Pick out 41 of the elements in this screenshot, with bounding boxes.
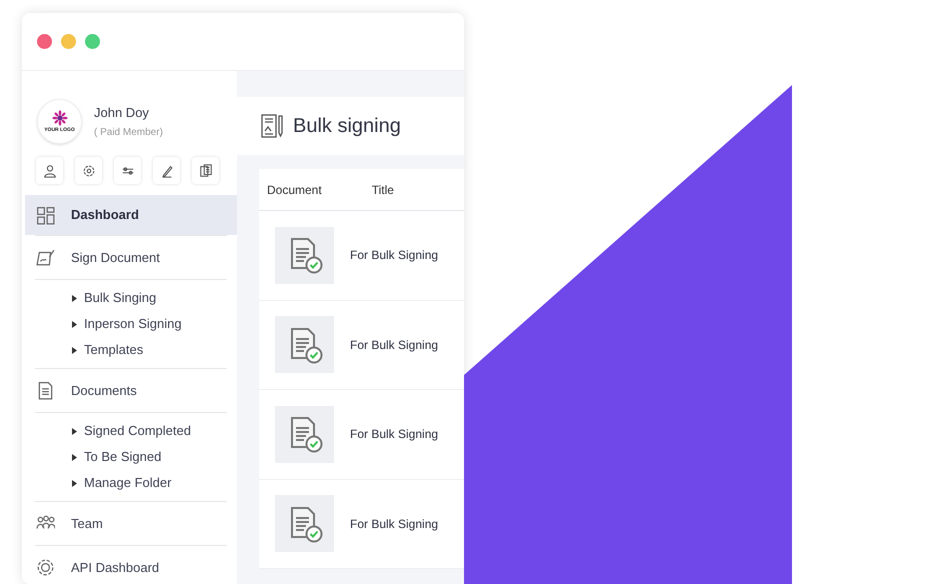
signing-board-icon	[36, 248, 55, 267]
page-title: Bulk signing	[293, 114, 401, 139]
user-icon	[42, 164, 56, 178]
nav-item[interactable]: Dashboard	[25, 195, 237, 235]
document-icon	[36, 381, 55, 400]
column-header: Title	[372, 182, 394, 198]
nav-item[interactable]: Documents	[25, 369, 237, 412]
table-cell-text: For Bulk Signing	[350, 426, 438, 444]
flower-logo-icon	[52, 110, 68, 126]
nav-item[interactable]: Team	[25, 502, 237, 545]
caret-icon	[72, 480, 77, 486]
submenu-item[interactable]: Signed Completed	[72, 421, 237, 441]
submenu-item[interactable]: To Be Signed	[72, 447, 237, 467]
caret-icon	[72, 346, 77, 354]
settings-icon	[82, 164, 96, 178]
submenu-item[interactable]: Bulk Singing	[72, 288, 237, 308]
caret-icon	[72, 320, 77, 328]
settings-button[interactable]	[75, 157, 102, 184]
column-header: Document	[267, 182, 322, 198]
membership-label: ( Paid Member)	[94, 126, 163, 140]
document-stack-icon	[198, 164, 212, 178]
pen-icon	[160, 164, 174, 178]
table-cell-text: For Bulk Signing	[350, 516, 438, 533]
grid-icon	[36, 206, 55, 224]
submenu-item[interactable]: Manage Folder	[72, 473, 237, 493]
submenu-item[interactable]: Inperson Signing	[72, 314, 237, 334]
gear-chat-icon	[36, 558, 55, 577]
document-pen-icon	[261, 114, 283, 138]
user-button[interactable]	[36, 157, 63, 184]
caret-icon	[72, 294, 77, 302]
table-cell-text: For Bulk Signing	[350, 247, 438, 264]
nav-item[interactable]: API Dashboard	[25, 546, 237, 584]
submenu-item[interactable]: Templates	[72, 340, 237, 360]
user-name: John Doy	[94, 104, 150, 122]
caret-icon	[72, 454, 77, 460]
caret-icon	[72, 428, 77, 434]
pen-button[interactable]	[153, 157, 180, 184]
table-cell-text: For Bulk Signing	[350, 336, 438, 354]
nav-item[interactable]: Sign Document	[25, 236, 237, 279]
document-stack-button[interactable]	[192, 157, 219, 184]
sliders-button[interactable]	[114, 157, 141, 184]
